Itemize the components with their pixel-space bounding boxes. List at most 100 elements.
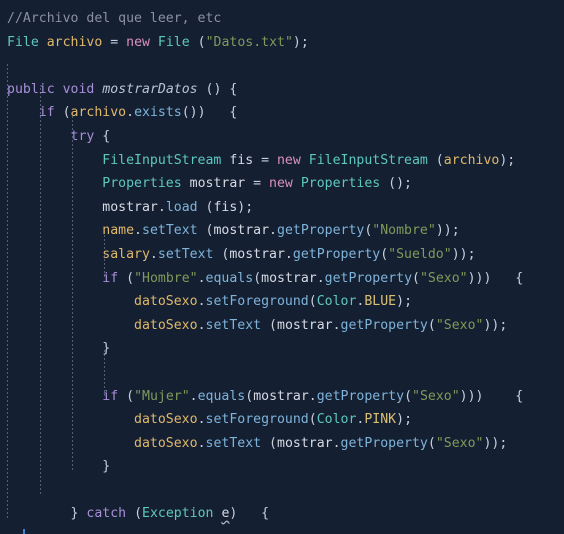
token-fld: datoSexo: [134, 294, 198, 310]
token-pun: ));: [451, 246, 476, 262]
code-line[interactable]: } catch (Exception e) {: [7, 502, 564, 526]
code-line[interactable]: mostrar.load (fis);: [7, 196, 564, 220]
code-line[interactable]: File archivo = new File ("Datos.txt");: [7, 31, 564, 55]
code-line[interactable]: salary.setText (mostrar.getProperty("Sue…: [7, 243, 564, 267]
token-pun: (: [427, 152, 444, 168]
token-pun: {: [94, 128, 111, 144]
token-pun: =: [253, 152, 277, 168]
token-mdec: mostrarDatos: [102, 81, 198, 97]
token-pun: (: [253, 270, 262, 286]
code-line[interactable]: [7, 54, 564, 78]
token-pun: [39, 35, 47, 50]
token-pun: .: [332, 317, 341, 333]
token-kw: try: [70, 128, 95, 144]
token-var: mostrar: [277, 317, 333, 333]
token-pun: .: [189, 388, 198, 404]
token-fld: datoSexo: [134, 317, 198, 333]
token-pun: .: [157, 199, 166, 215]
code-line[interactable]: Properties mostrar = new Properties ();: [7, 172, 564, 196]
code-line[interactable]: //Archivo del que leer, etc: [7, 7, 564, 31]
token-kw: if: [102, 388, 119, 404]
code-line[interactable]: name.setText (mostrar.getProperty("Nombr…: [7, 219, 564, 243]
token-pun: (: [118, 388, 135, 404]
token-mth: setText: [205, 435, 262, 451]
token-str: "Sexo": [435, 435, 484, 451]
token-mth: setForeground: [205, 294, 309, 310]
token-pun: (: [245, 388, 254, 404]
code-line[interactable]: FileInputStream fis = new FileInputStrea…: [7, 149, 564, 173]
token-type: Properties: [102, 176, 182, 192]
code-line[interactable]: datoSexo.setForeground(Color.BLUE);: [7, 290, 564, 314]
token-cmt: //Archivo del que leer, etc: [7, 11, 222, 26]
token-pun: ));: [483, 435, 508, 451]
token-pun: .: [197, 294, 206, 310]
token-var: mostrar: [229, 246, 285, 262]
code-line[interactable]: if (archivo.exists()) {: [7, 101, 564, 125]
code-line[interactable]: try {: [7, 125, 564, 149]
code-line[interactable]: datoSexo.setText (mostrar.getProperty("S…: [7, 432, 564, 456]
token-pun: ))) {: [459, 388, 524, 404]
token-pun: (: [380, 246, 389, 262]
token-pun: .: [332, 435, 341, 451]
token-var: mostrar: [253, 388, 309, 404]
token-pun: .: [284, 246, 293, 262]
token-pun: (: [427, 435, 436, 451]
code-editor[interactable]: //Archivo del que leer, etc File archivo …: [0, 0, 564, 534]
token-mth: setForeground: [205, 412, 309, 428]
code-line[interactable]: }: [7, 455, 564, 479]
code-line[interactable]: if ("Mujer".equals(mostrar.getProperty("…: [7, 385, 564, 409]
token-pun: );: [292, 34, 309, 50]
token-pun: .: [197, 317, 206, 333]
code-line[interactable]: }: [7, 337, 564, 361]
token-mth: equals: [205, 270, 254, 286]
token-pun: () {: [197, 81, 238, 97]
token-kwn: new: [126, 34, 150, 50]
token-fld: salary: [102, 246, 150, 262]
token-type: Exception: [142, 506, 214, 522]
code-line[interactable]: [7, 361, 564, 385]
token-var: mostrar: [102, 199, 158, 215]
code-line[interactable]: public void mostrarDatos () {: [7, 78, 564, 102]
token-pun: .: [316, 270, 325, 286]
code-line[interactable]: datoSexo.setForeground(Color.PINK);: [7, 408, 564, 432]
token-pun: );: [499, 152, 516, 168]
token-pun: (: [412, 270, 420, 286]
token-pun: [301, 153, 309, 168]
token-pun: =: [245, 176, 270, 192]
token-mth: exists: [134, 105, 182, 121]
token-type: FileInputStream: [308, 152, 428, 168]
token-mth: getProperty: [324, 270, 413, 286]
token-kwn: new: [269, 176, 293, 192]
token-str: "Nombre": [372, 223, 436, 239]
code-content[interactable]: //Archivo del que leer, etc File archivo …: [7, 7, 564, 534]
token-type: FileInputStream: [102, 152, 222, 168]
token-mth: getProperty: [340, 435, 428, 451]
token-mth: getProperty: [277, 223, 365, 239]
token-mth: setText: [142, 223, 198, 239]
token-str: "Sexo": [435, 317, 484, 333]
code-line[interactable]: if ("Hombre".equals(mostrar.getProperty(…: [7, 267, 564, 291]
text-caret: [22, 529, 25, 534]
code-line[interactable]: datoSexo.setText (mostrar.getProperty("S…: [7, 314, 564, 338]
token-mth: load: [165, 199, 198, 215]
token-fld: datoSexo: [134, 435, 198, 451]
token-type: File: [7, 34, 39, 50]
token-pun: (: [427, 317, 436, 333]
token-type: Color: [316, 294, 357, 310]
token-pun: (: [308, 294, 317, 310]
token-pun: );: [237, 199, 254, 215]
code-line[interactable]: [7, 479, 564, 503]
token-fld: archivo: [70, 105, 127, 121]
token-pun: (: [126, 506, 143, 522]
token-pun: ()) {: [181, 105, 238, 121]
code-line[interactable]: [7, 526, 564, 534]
token-kwn: new: [276, 152, 301, 168]
